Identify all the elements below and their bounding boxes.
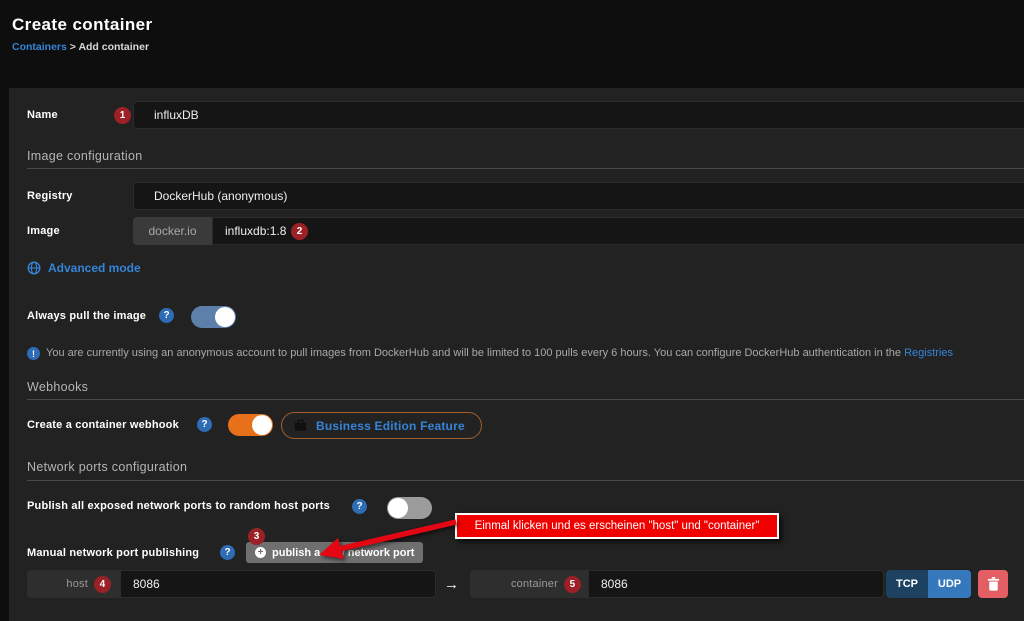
annotation-callout: Einmal klicken und es erscheinen "host" … bbox=[455, 513, 779, 539]
breadcrumb-separator: > bbox=[70, 41, 76, 53]
annotation-badge-4: 4 bbox=[94, 576, 111, 593]
manual-publishing-help-icon[interactable]: ? bbox=[220, 545, 235, 560]
publish-all-label: Publish all exposed network ports to ran… bbox=[27, 500, 330, 512]
annotation-badge-5: 5 bbox=[564, 576, 581, 593]
registry-label: Registry bbox=[27, 190, 73, 202]
container-port-label-box: container 5 bbox=[470, 570, 588, 598]
create-webhook-toggle[interactable] bbox=[228, 414, 273, 436]
tcp-button[interactable]: TCP bbox=[886, 570, 928, 598]
always-pull-toggle[interactable] bbox=[191, 306, 236, 328]
section-divider bbox=[27, 399, 1024, 400]
registry-select[interactable] bbox=[133, 182, 1024, 210]
always-pull-help-icon[interactable]: ? bbox=[159, 308, 174, 323]
section-network-ports: Network ports configuration bbox=[27, 460, 187, 474]
image-registry-prefix: docker.io bbox=[133, 217, 212, 245]
advanced-mode-link[interactable]: Advanced mode bbox=[27, 261, 141, 275]
annotation-badge-2: 2 bbox=[291, 223, 308, 240]
registries-link[interactable]: Registries bbox=[904, 347, 953, 359]
host-port-label-box: host 4 bbox=[27, 570, 120, 598]
name-label: Name bbox=[27, 109, 58, 121]
business-edition-badge[interactable]: Business Edition Feature bbox=[281, 412, 482, 439]
business-edition-label: Business Edition Feature bbox=[316, 419, 465, 433]
always-pull-label: Always pull the image bbox=[27, 310, 146, 322]
page-title: Create container bbox=[12, 15, 153, 35]
name-input[interactable] bbox=[133, 101, 1024, 129]
section-divider bbox=[27, 480, 1024, 481]
annotation-badge-3: 3 bbox=[248, 528, 265, 545]
section-webhooks: Webhooks bbox=[27, 380, 88, 394]
udp-button[interactable]: UDP bbox=[928, 570, 971, 598]
annotation-badge-1: 1 bbox=[114, 107, 131, 124]
annotation-arrow bbox=[305, 512, 475, 572]
container-label: container bbox=[511, 578, 558, 590]
create-webhook-help-icon[interactable]: ? bbox=[197, 417, 212, 432]
breadcrumb: Containers > Add container bbox=[12, 41, 149, 53]
info-icon: ! bbox=[27, 347, 40, 360]
remove-port-button[interactable] bbox=[978, 570, 1008, 598]
create-container-page: Create container Containers > Add contai… bbox=[0, 0, 1024, 621]
toggle-knob bbox=[215, 307, 235, 327]
create-webhook-label: Create a container webhook bbox=[27, 419, 179, 431]
port-mapping-arrow-icon: → bbox=[444, 576, 459, 593]
rate-limit-text: You are currently using an anonymous acc… bbox=[46, 347, 904, 359]
image-input[interactable] bbox=[212, 217, 1024, 245]
section-divider bbox=[27, 168, 1024, 169]
toggle-knob bbox=[252, 415, 272, 435]
container-port-input[interactable] bbox=[588, 570, 884, 598]
breadcrumb-current: Add container bbox=[78, 41, 149, 53]
briefcase-icon bbox=[294, 419, 307, 432]
breadcrumb-containers-link[interactable]: Containers bbox=[12, 41, 67, 53]
image-label: Image bbox=[27, 225, 60, 237]
advanced-mode-label: Advanced mode bbox=[48, 261, 141, 275]
rate-limit-notice: You are currently using an anonymous acc… bbox=[46, 347, 1024, 359]
trash-icon bbox=[987, 577, 1000, 591]
host-label: host bbox=[66, 578, 88, 590]
host-port-input[interactable] bbox=[120, 570, 436, 598]
manual-publishing-label: Manual network port publishing bbox=[27, 547, 199, 559]
section-image-configuration: Image configuration bbox=[27, 149, 143, 163]
plus-circle-icon: + bbox=[255, 547, 266, 558]
globe-icon bbox=[27, 261, 41, 275]
